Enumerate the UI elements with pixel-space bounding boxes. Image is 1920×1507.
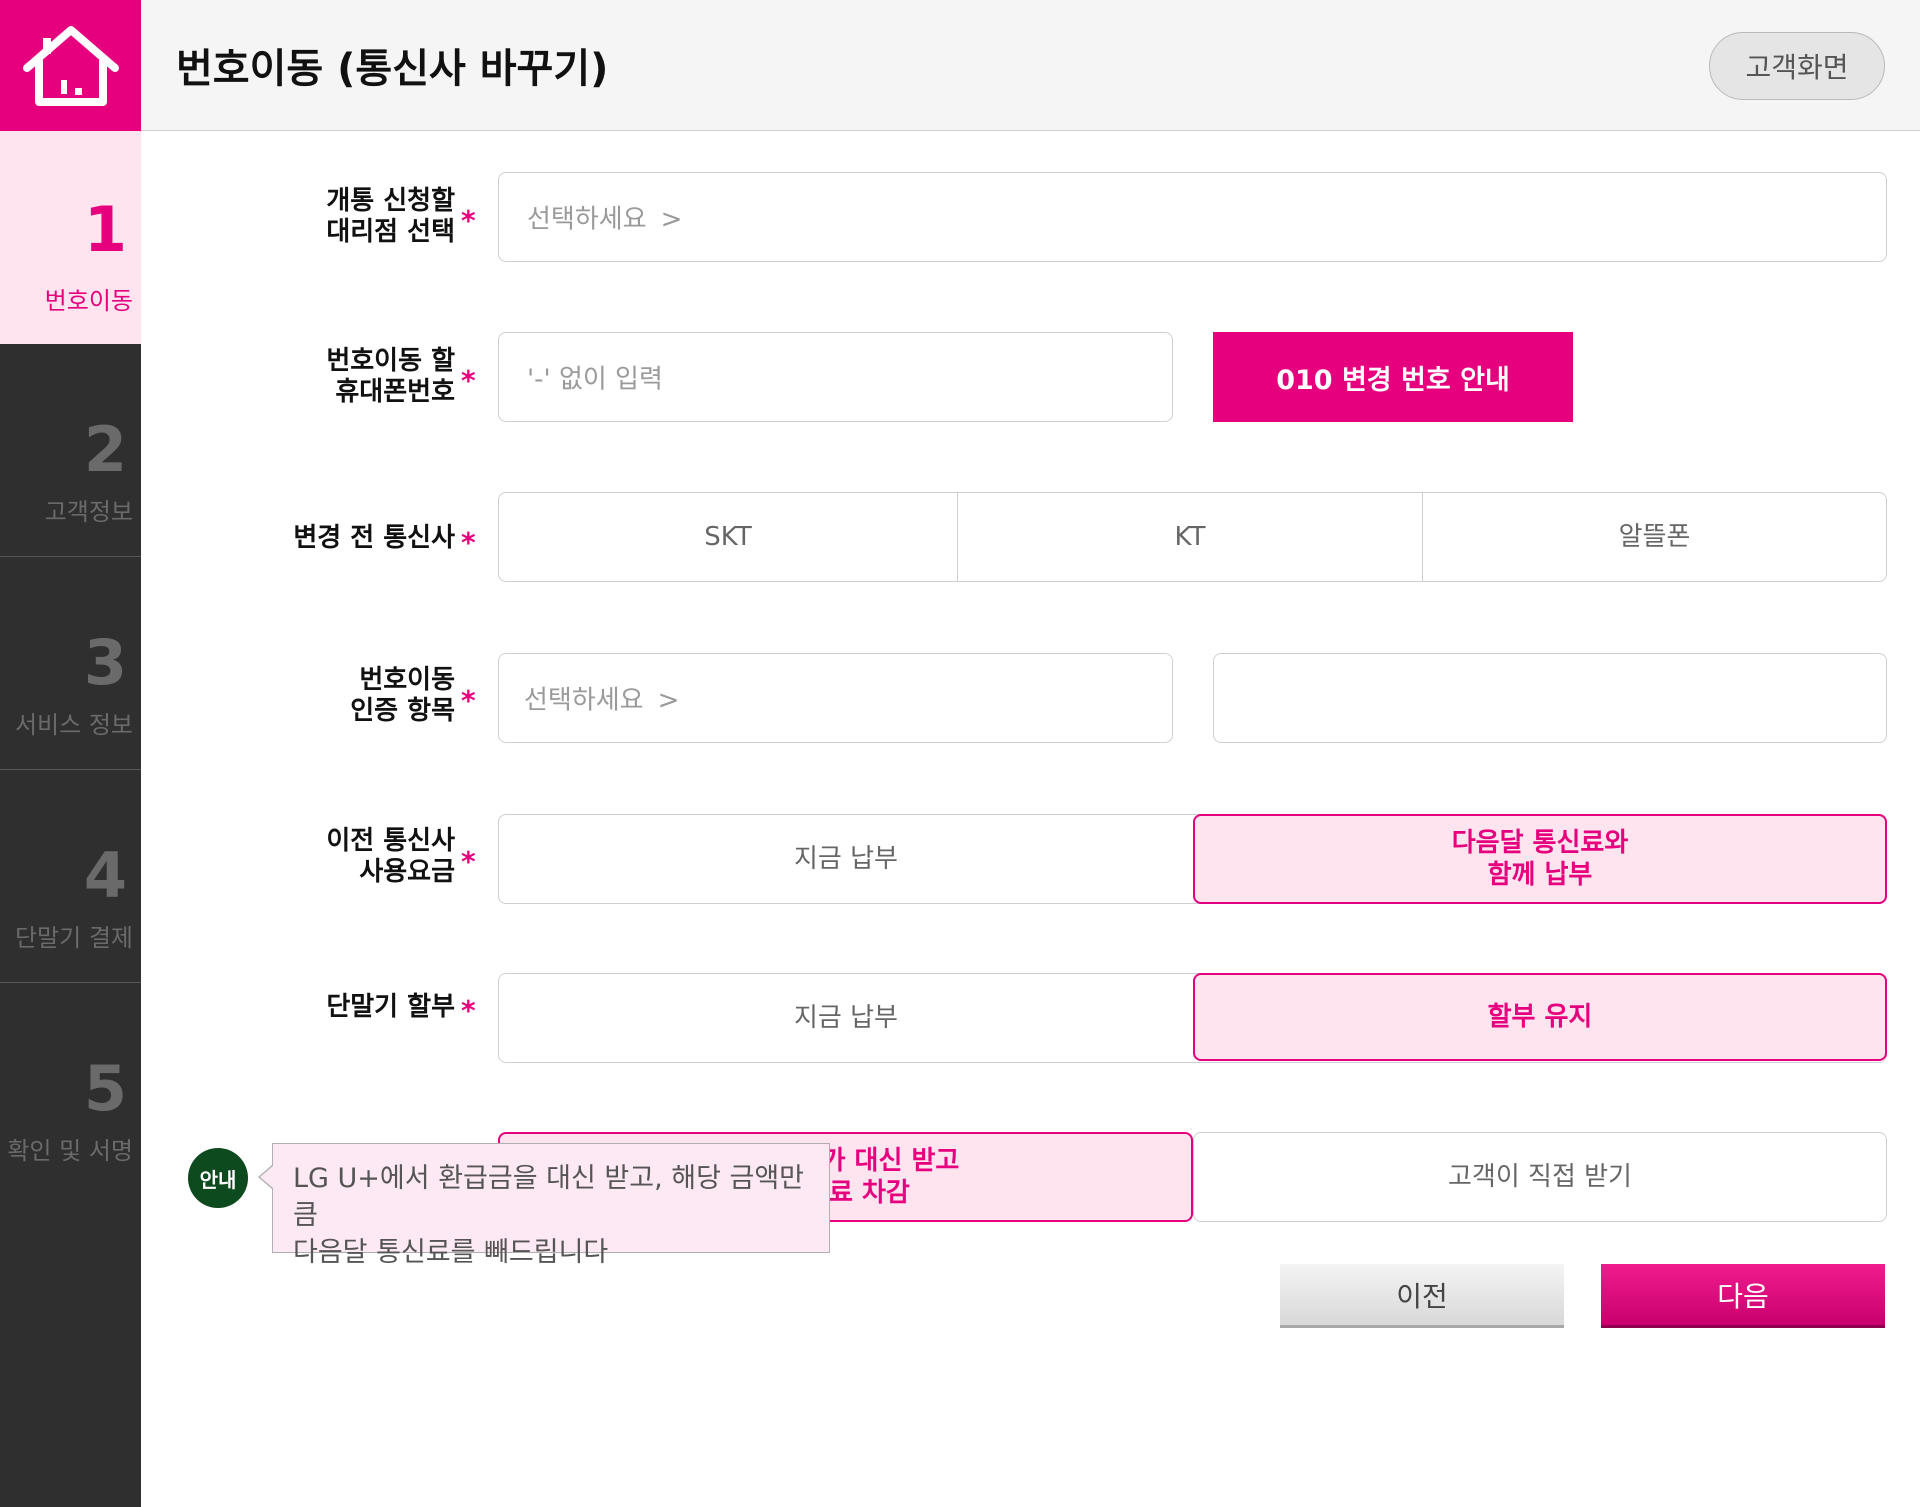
step-5-confirm-sign[interactable]: 5 확인 및 서명 — [0, 983, 141, 1196]
label-line: 개통 신청할 — [326, 186, 455, 216]
label-line: 이전 통신사 — [326, 826, 455, 856]
label-line: 번호이동 — [359, 665, 455, 695]
refund-info-tooltip: LG U+에서 환급금을 대신 받고, 해당 금액만큼 다음달 통신료를 빼드립… — [272, 1143, 830, 1268]
auth-value-input[interactable] — [1213, 653, 1887, 743]
step-label: 서비스 정보 — [14, 711, 133, 739]
chevron-right-icon: > — [657, 685, 680, 716]
dealer-select[interactable]: 선택하세요 > — [498, 172, 1887, 262]
home-button[interactable] — [0, 0, 141, 131]
placeholder-text: 선택하세요 — [527, 204, 647, 235]
step-number: 4 — [83, 839, 127, 912]
installment-option-now[interactable]: 지금 납부 — [499, 974, 1193, 1062]
step-2-customer-info[interactable]: 2 고객정보 — [0, 344, 141, 557]
phone-input[interactable]: '-' 없이 입력 — [498, 332, 1173, 422]
step-number: 2 — [83, 413, 127, 486]
dealer-label: 개통 신청할 대리점 선택 — [326, 186, 455, 248]
option-line: 다음달 통신료와 — [1451, 828, 1629, 858]
step-number: 1 — [83, 193, 127, 266]
page-header: 번호이동 (통신사 바꾸기) 고객화면 — [141, 0, 1920, 131]
installment-option-keep[interactable]: 할부 유지 — [1193, 973, 1887, 1061]
label-line: 인증 항목 — [350, 696, 455, 726]
next-button[interactable]: 다음 — [1601, 1264, 1885, 1328]
prev-button[interactable]: 이전 — [1280, 1264, 1564, 1328]
installment-label: 단말기 할부 — [326, 992, 455, 1022]
step-1-number-port[interactable]: 1 번호이동 — [0, 131, 141, 344]
step-4-device-payment[interactable]: 4 단말기 결제 — [0, 770, 141, 983]
chevron-right-icon: > — [660, 204, 683, 235]
label-line: 휴대폰번호 — [335, 377, 455, 407]
label-line: 대리점 선택 — [326, 217, 455, 247]
tooltip-line: LG U+에서 환급금을 대신 받고, 해당 금액만큼 — [293, 1163, 805, 1231]
page-title: 번호이동 (통신사 바꾸기) — [176, 46, 609, 92]
required-mark: * — [461, 994, 476, 1027]
step-label: 번호이동 — [44, 287, 133, 315]
customer-screen-button[interactable]: 고객화면 — [1709, 32, 1885, 100]
carrier-segment-group: SKT KT 알뜰폰 — [498, 492, 1887, 582]
option-line: 함께 납부 — [1487, 860, 1593, 890]
step-3-service-info[interactable]: 3 서비스 정보 — [0, 557, 141, 770]
step-label: 단말기 결제 — [14, 924, 133, 952]
step-label: 고객정보 — [44, 498, 133, 526]
auth-label: 번호이동 인증 항목 — [350, 665, 455, 727]
info-badge[interactable]: 안내 — [188, 1148, 248, 1208]
step-number: 3 — [83, 626, 127, 699]
phone-input-placeholder: '-' 없이 입력 — [527, 364, 663, 395]
label-line: 사용요금 — [359, 857, 455, 887]
required-mark: * — [461, 684, 476, 717]
tooltip-arrow-fill — [260, 1166, 273, 1188]
step-sidebar: 1 번호이동 2 고객정보 3 서비스 정보 4 단말기 결제 5 확인 및 서… — [0, 131, 141, 1507]
tooltip-line: 다음달 통신료를 빼드립니다 — [293, 1237, 609, 1268]
carrier-option-mvno[interactable]: 알뜰폰 — [1423, 493, 1886, 581]
house-icon — [22, 25, 119, 106]
prev-fee-label: 이전 통신사 사용요금 — [326, 826, 455, 888]
carrier-option-kt[interactable]: KT — [958, 493, 1423, 581]
step-number: 5 — [83, 1052, 127, 1125]
carrier-option-skt[interactable]: SKT — [499, 493, 958, 581]
dealer-select-placeholder: 선택하세요 > — [527, 199, 682, 236]
required-mark: * — [461, 845, 476, 878]
010-number-guide-button[interactable]: 010 변경 번호 안내 — [1213, 332, 1573, 422]
refund-option-self-label: 고객이 직접 받기 — [1448, 1162, 1632, 1192]
refund-option-self[interactable]: 고객이 직접 받기 — [1193, 1132, 1887, 1222]
auth-select-placeholder: 선택하세요 > — [524, 680, 679, 717]
phone-label: 번호이동 할 휴대폰번호 — [326, 346, 455, 408]
step-label: 확인 및 서명 — [7, 1137, 133, 1165]
required-mark: * — [461, 204, 476, 237]
placeholder-text: 선택하세요 — [524, 685, 644, 716]
label-line: 번호이동 할 — [326, 346, 455, 376]
prev-fee-option-now[interactable]: 지금 납부 — [499, 815, 1193, 903]
required-mark: * — [461, 364, 476, 397]
carrier-label: 변경 전 통신사 — [293, 523, 455, 553]
required-mark: * — [461, 526, 476, 559]
auth-type-select[interactable]: 선택하세요 > — [498, 653, 1173, 743]
prev-fee-option-next-month[interactable]: 다음달 통신료와 함께 납부 — [1193, 814, 1887, 904]
